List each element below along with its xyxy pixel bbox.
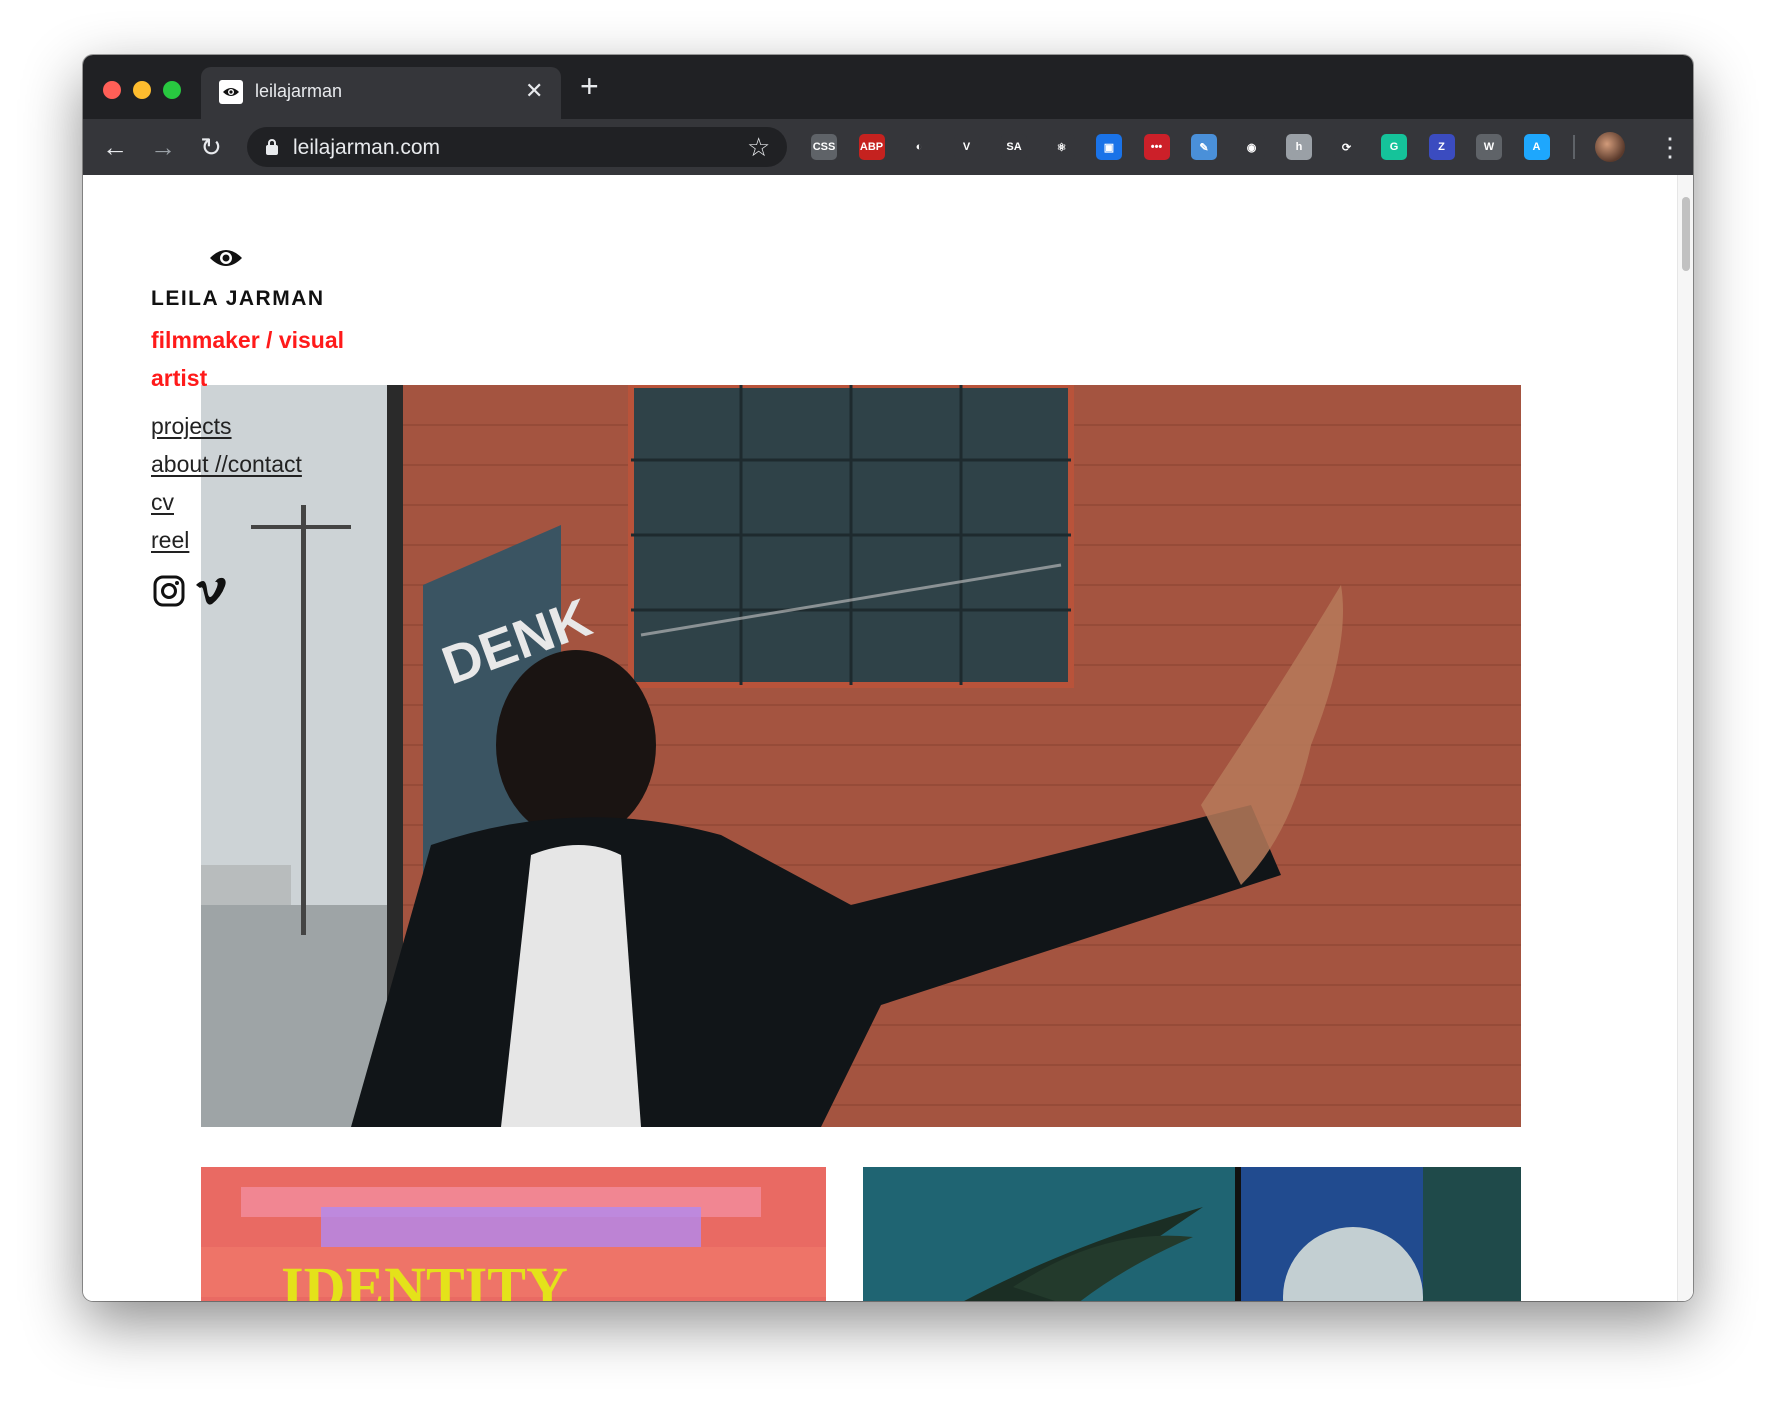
a-extension-icon[interactable]: A [1523,134,1550,160]
pen-extension-icon[interactable]: ✎ [1191,134,1217,160]
nav-link-about-contact[interactable]: about //contact [151,445,302,483]
page-viewport: DENK IDENTITY LEILA JARMAN filmmaker / v… [83,175,1693,1301]
hero-photo-illustration: DENK [201,385,1521,1127]
toolbar-divider [1573,135,1575,159]
eye-logo-icon[interactable] [209,247,243,269]
close-window-button[interactable] [103,81,121,99]
bookmark-star-icon[interactable]: ☆ [747,132,770,163]
instagram-icon[interactable] [153,575,185,607]
zoom-window-button[interactable] [163,81,181,99]
project-tile-palm[interactable] [863,1167,1521,1301]
tab-bar: leilajarman ✕ + [83,55,1693,119]
site-name[interactable]: LEILA JARMAN [151,287,325,311]
lastpass-icon[interactable]: ••• [1143,134,1170,160]
lock-icon [266,139,278,155]
project-tile-identity[interactable]: IDENTITY [201,1167,826,1301]
tomato-extension-icon[interactable]: ◉ [1238,134,1265,160]
menu-dots-icon[interactable]: ⋮ [1657,129,1683,165]
identity-tile-art: IDENTITY [201,1167,826,1301]
site-tagline: filmmaker / visual artist [151,327,345,391]
browser-window: leilajarman ✕ + ← → ↻ leilajarman.com ☆ … [83,55,1693,1301]
eye-favicon-icon [219,80,243,104]
profile-avatar[interactable] [1595,132,1625,162]
forward-arrow-icon[interactable]: → [145,129,181,165]
hero-image[interactable]: DENK [201,385,1521,1127]
adblock-plus-icon[interactable]: ABP [858,134,885,160]
nav-link-projects[interactable]: projects [151,407,302,445]
address-bar[interactable]: leilajarman.com ☆ [247,127,787,167]
vimeo-icon[interactable] [195,577,227,605]
back-arrow-icon[interactable]: ← [97,129,133,165]
url-text: leilajarman.com [293,136,441,159]
close-tab-icon[interactable]: ✕ [525,79,543,103]
new-tab-icon[interactable]: + [580,70,599,102]
minimize-window-button[interactable] [133,81,151,99]
social-links [153,575,227,607]
page-scrollbar[interactable] [1677,175,1693,1301]
browser-toolbar: ← → ↻ leilajarman.com ☆ CSS ABP ◐ V SA ⚛ ▣ ••• ✎… [83,119,1693,175]
nav-link-cv[interactable]: cv [151,483,302,521]
scrollbar-thumb[interactable] [1682,197,1690,271]
nav-link-reel[interactable]: reel [151,521,302,559]
z-extension-icon[interactable]: Z [1428,134,1455,160]
w-extension-icon[interactable]: W [1476,134,1502,160]
identity-tile-title: IDENTITY [281,1255,568,1301]
tab-title: leilajarman [255,81,343,101]
palm-tile-art [863,1167,1521,1301]
css-extension-icon[interactable]: CSS [811,134,837,160]
site-nav: projects about //contact cv reel [151,407,302,559]
window-resizer-icon[interactable]: ▣ [1096,134,1122,160]
vue-devtools-icon[interactable]: V [953,134,980,160]
refresh-extension-icon[interactable]: ⟳ [1333,134,1360,160]
sa-extension-icon[interactable]: SA [1001,134,1027,160]
h-extension-icon[interactable]: h [1286,134,1312,160]
tab-leilajarman[interactable]: leilajarman ✕ [201,67,561,119]
react-devtools-icon[interactable]: ⚛ [1048,134,1075,160]
reload-icon[interactable]: ↻ [193,129,229,165]
grammarly-icon[interactable]: G [1381,134,1407,160]
circle-extension-icon[interactable]: ◐ [906,134,932,160]
